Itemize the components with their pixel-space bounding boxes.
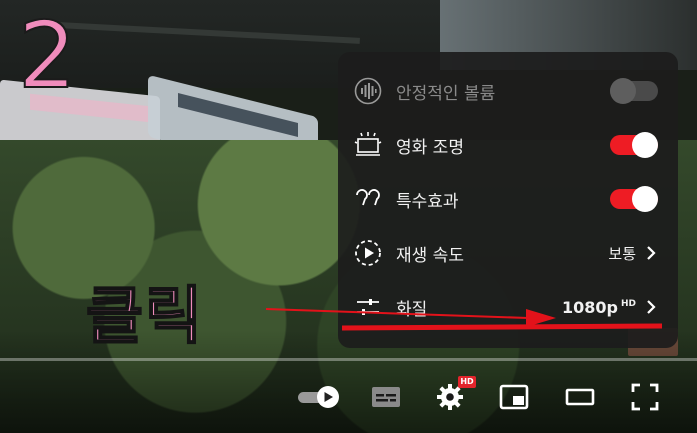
menu-item-label: 특수효과 bbox=[396, 191, 459, 212]
player-controls bbox=[0, 372, 697, 422]
ambient-mode-icon bbox=[352, 129, 384, 161]
progress-bar[interactable] bbox=[0, 358, 697, 361]
subtitles-icon bbox=[372, 387, 400, 407]
menu-item-quality[interactable]: 화질 1080p HD bbox=[338, 280, 678, 334]
quality-value: 1080p HD bbox=[562, 298, 636, 317]
stable-volume-toggle[interactable] bbox=[610, 78, 658, 104]
playback-speed-value: 보통 bbox=[608, 244, 636, 263]
hd-badge: HD bbox=[458, 376, 476, 388]
chevron-right-icon bbox=[646, 244, 658, 262]
quality-icon bbox=[352, 291, 384, 323]
toggle-knob bbox=[632, 132, 658, 158]
fullscreen-icon bbox=[631, 383, 659, 411]
ambient-mode-toggle[interactable] bbox=[610, 132, 658, 158]
toggle-knob bbox=[610, 78, 636, 104]
menu-item-ambient-mode[interactable]: 영화 조명 bbox=[338, 118, 678, 172]
stable-volume-icon bbox=[352, 75, 384, 107]
chevron-right-icon bbox=[646, 298, 658, 316]
toggle-knob bbox=[632, 186, 658, 212]
autoplay-icon bbox=[298, 386, 339, 408]
fullscreen-button[interactable] bbox=[620, 372, 670, 422]
theater-mode-button[interactable] bbox=[554, 372, 606, 422]
playback-speed-icon bbox=[352, 237, 384, 269]
menu-item-label: 안정적인 볼륨 bbox=[396, 83, 496, 104]
annotations-icon bbox=[352, 183, 384, 215]
theater-mode-icon bbox=[565, 388, 595, 406]
menu-item-stable-volume[interactable]: 안정적인 볼륨 bbox=[338, 64, 678, 118]
menu-item-playback-speed[interactable]: 재생 속도 보통 bbox=[338, 226, 678, 280]
autoplay-toggle[interactable] bbox=[290, 372, 346, 422]
miniplayer-icon bbox=[499, 384, 529, 410]
settings-menu: 안정적인 볼륨 영화 조명 특수효과 재생 속도 보통 화질 1080p HD bbox=[338, 52, 678, 348]
menu-item-label: 영화 조명 bbox=[396, 137, 464, 158]
subtitles-button[interactable] bbox=[362, 372, 410, 422]
step-number-annotation: 2 bbox=[17, 2, 78, 109]
menu-item-annotations[interactable]: 특수효과 bbox=[338, 172, 678, 226]
quality-hd-superscript: HD bbox=[620, 299, 636, 310]
quality-value-text: 1080p bbox=[562, 297, 618, 317]
miniplayer-button[interactable] bbox=[490, 372, 538, 422]
click-annotation-label: 클릭 bbox=[85, 278, 205, 353]
menu-item-label: 화질 bbox=[396, 299, 428, 320]
menu-item-label: 재생 속도 bbox=[396, 245, 464, 266]
annotations-toggle[interactable] bbox=[610, 186, 658, 212]
